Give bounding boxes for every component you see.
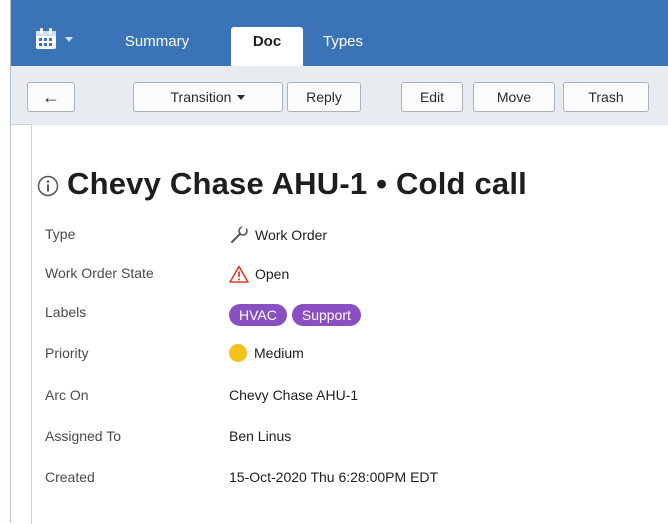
move-button[interactable]: Move <box>473 82 555 112</box>
field-value: HVAC Support <box>229 304 366 326</box>
tab-summary[interactable]: Summary <box>107 27 207 66</box>
toolbar: ← Transition Reply Edit Move Trash <box>11 66 668 125</box>
assigned-to-value[interactable]: Ben Linus <box>229 428 291 444</box>
type-value: Work Order <box>255 227 328 244</box>
tab-doc[interactable]: Doc <box>231 27 303 66</box>
transition-label: Transition <box>170 89 232 105</box>
field-label: Type <box>45 226 76 242</box>
tab-bar: Summary Doc Types <box>11 0 668 66</box>
field-value: Work Order <box>229 225 328 247</box>
field-label: Labels <box>45 304 87 320</box>
field-label: Work Order State <box>45 265 154 281</box>
transition-button[interactable]: Transition <box>133 82 283 112</box>
chevron-down-icon <box>65 37 73 42</box>
page-title: Chevy Chase AHU-1 • Cold call <box>67 166 527 201</box>
arrow-left-icon: ← <box>42 87 60 107</box>
edit-button[interactable]: Edit <box>401 82 463 112</box>
calendar-menu-button[interactable] <box>35 28 79 52</box>
field-value: Open <box>229 265 289 286</box>
field-label: Priority <box>45 345 89 361</box>
reply-button[interactable]: Reply <box>287 82 361 112</box>
field-label: Created <box>45 469 95 485</box>
priority-value: Medium <box>254 345 304 361</box>
field-value: Medium <box>229 343 304 362</box>
tab-types[interactable]: Types <box>307 27 379 66</box>
priority-dot-icon <box>229 343 247 362</box>
arc-on-value[interactable]: Chevy Chase AHU-1 <box>229 387 358 403</box>
label-tag[interactable]: Support <box>291 304 361 326</box>
app-window: Summary Doc Types ← Transition Reply Edi… <box>10 0 668 524</box>
back-button[interactable]: ← <box>27 82 75 112</box>
state-value: Open <box>255 266 290 283</box>
trash-button[interactable]: Trash <box>563 82 649 112</box>
wrench-icon <box>229 225 249 247</box>
field-label: Assigned To <box>45 428 122 444</box>
warning-icon <box>229 265 249 286</box>
info-icon <box>37 175 59 202</box>
field-label: Arc On <box>45 387 89 403</box>
created-value: 15-Oct-2020 Thu 6:28:00PM EDT <box>229 469 439 485</box>
label-tag[interactable]: HVAC <box>229 304 287 326</box>
chevron-down-icon <box>237 94 246 100</box>
calendar-icon <box>35 28 57 55</box>
